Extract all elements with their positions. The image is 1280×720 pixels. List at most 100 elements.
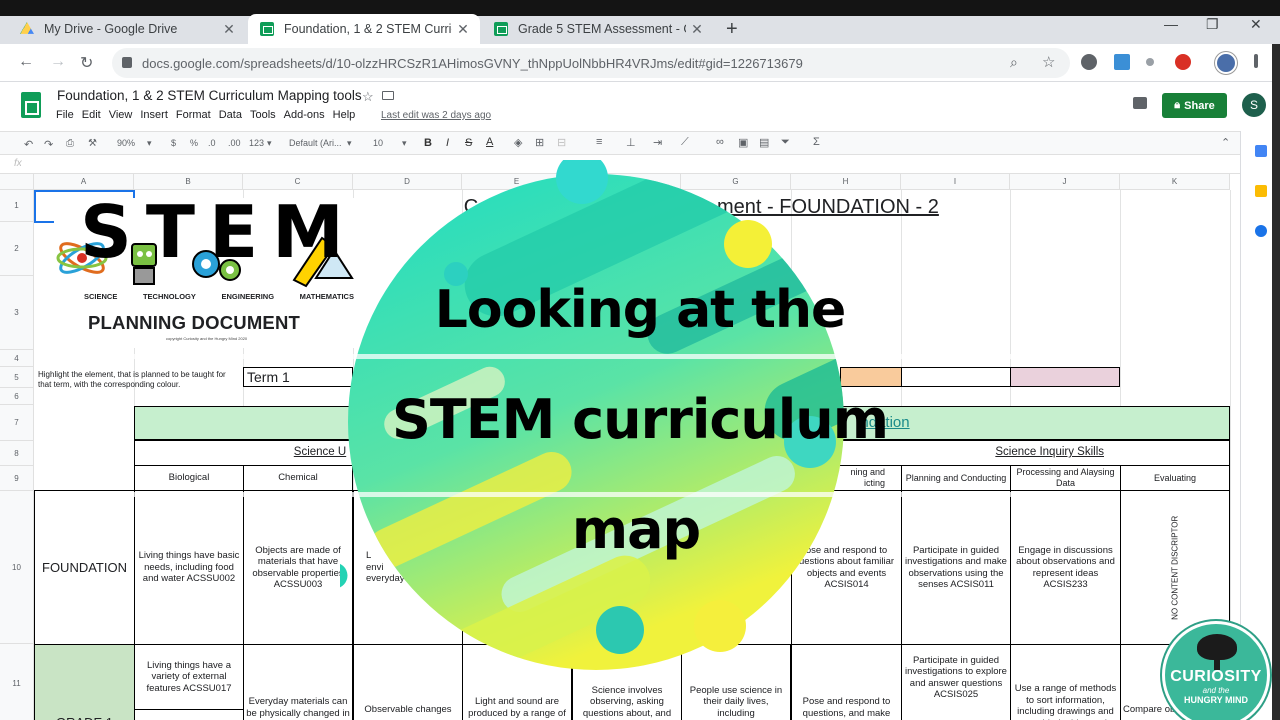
close-icon[interactable]: ✕ (452, 21, 474, 38)
column-header[interactable]: D (353, 174, 462, 190)
zoom-icon[interactable]: ⌕ (1010, 54, 1018, 71)
reload-icon[interactable]: ↻ (80, 53, 93, 73)
column-header[interactable]: F (572, 174, 681, 190)
borders-icon[interactable]: ⊞ (535, 136, 544, 149)
grade1-biological-extra[interactable] (134, 709, 244, 720)
grade1-light-sound[interactable]: Light and sound are produced by a range … (462, 644, 572, 720)
menu-view[interactable]: View (109, 109, 133, 121)
column-header[interactable]: H (791, 174, 901, 190)
insert-chart-icon[interactable]: ▤ (759, 136, 769, 149)
zoom-select[interactable]: 90% (117, 138, 135, 148)
row-header[interactable]: 4 (0, 350, 34, 367)
menu-insert[interactable]: Insert (140, 109, 168, 121)
term-colour-cell[interactable] (901, 367, 1011, 387)
row-header[interactable]: 9 (0, 466, 34, 491)
avatar[interactable]: S (1242, 93, 1266, 117)
column-header[interactable]: E (462, 174, 572, 190)
column-header[interactable]: J (1010, 174, 1120, 190)
new-tab-icon[interactable]: + (726, 18, 746, 41)
row-header[interactable]: 5 (0, 367, 34, 388)
tab-foundation-stem[interactable]: Foundation, 1 & 2 STEM Curricu ✕ (248, 14, 480, 44)
close-window-icon[interactable]: ✕ (1250, 16, 1262, 33)
column-header[interactable]: I (901, 174, 1010, 190)
horizontal-align-icon[interactable]: ≡ (596, 136, 602, 148)
share-button[interactable]: 🔒︎ Share (1162, 93, 1227, 118)
strikethrough-icon[interactable]: S (465, 137, 472, 149)
tasks-icon[interactable] (1255, 225, 1267, 237)
grade1-sort-methods[interactable]: Use a range of methods to sort informati… (1010, 644, 1121, 720)
tab-grade5-assessment[interactable]: Grade 5 STEM Assessment - Goo ✕ (482, 14, 714, 44)
undo-icon[interactable]: ↶ (24, 138, 33, 151)
column-header[interactable]: B (134, 174, 243, 190)
row-header[interactable]: 11 (0, 644, 34, 720)
link-icon[interactable]: ∞ (716, 136, 724, 148)
vertical-align-icon[interactable]: ⊥ (626, 136, 636, 149)
paint-format-icon[interactable]: ⚒ (88, 138, 97, 149)
row-header[interactable]: 1 (0, 190, 34, 222)
forward-icon[interactable]: → (50, 53, 66, 71)
grade1-planning[interactable]: Participate in guided investigations to … (901, 644, 1011, 720)
font-size-select[interactable]: 10 (373, 138, 383, 148)
extension-icon[interactable] (1114, 54, 1130, 70)
row-header[interactable]: 2 (0, 222, 34, 276)
text-wrap-icon[interactable]: ⇥ (653, 136, 662, 149)
term-colour-cell[interactable] (1010, 367, 1120, 387)
comment-icon[interactable] (1133, 97, 1147, 109)
calendar-icon[interactable] (1255, 145, 1267, 157)
italic-icon[interactable]: I (446, 137, 449, 149)
text-rotation-icon[interactable]: ⟋ (681, 136, 689, 149)
filter-icon[interactable]: ⏷ (781, 136, 790, 149)
kebab-menu-icon[interactable] (1254, 54, 1258, 68)
url-input[interactable]: docs.google.com/spreadsheets/d/10-olzzHR… (112, 48, 1070, 78)
menu-file[interactable]: File (56, 109, 74, 121)
more-formats-select[interactable]: 123 (249, 138, 264, 148)
document-title[interactable]: Foundation, 1 & 2 STEM Curriculum Mappin… (57, 88, 362, 103)
last-edit-link[interactable]: Last edit was 2 days ago (381, 110, 491, 121)
minimize-icon[interactable]: — (1164, 16, 1178, 32)
tab-my-drive[interactable]: My Drive - Google Drive ✕ (8, 14, 246, 44)
menu-edit[interactable]: Edit (82, 109, 101, 121)
decrease-decimal-button[interactable]: .0 (208, 138, 216, 148)
increase-decimal-button[interactable]: .00 (228, 138, 241, 148)
restore-icon[interactable]: ❐ (1206, 16, 1219, 33)
currency-format-button[interactable]: $ (171, 138, 176, 148)
fill-color-icon[interactable]: ◈ (514, 136, 522, 149)
menu-data[interactable]: Data (219, 109, 242, 121)
print-icon[interactable]: ⎙ (66, 138, 74, 149)
close-icon[interactable]: ✕ (686, 21, 708, 38)
grade1-pose-respond[interactable]: Pose and respond to questions, and make (791, 644, 902, 720)
column-header[interactable]: K (1120, 174, 1230, 190)
grade1-biological[interactable]: Living things have a variety of external… (134, 644, 244, 710)
back-icon[interactable]: ← (18, 53, 34, 71)
sheets-logo-icon[interactable] (21, 92, 41, 118)
formula-bar[interactable]: fx (0, 155, 1240, 174)
keep-icon[interactable] (1255, 185, 1267, 197)
grade1-chemical[interactable]: Everyday materials can be physically cha… (243, 644, 353, 720)
bold-icon[interactable]: B (424, 137, 432, 149)
percent-format-button[interactable]: % (190, 138, 198, 148)
opera-extension-icon[interactable] (1175, 54, 1191, 70)
profile-icon[interactable] (1215, 52, 1237, 74)
column-header[interactable]: C (243, 174, 353, 190)
select-all-corner[interactable] (0, 174, 34, 190)
grade1-people-use-science[interactable]: People use science in their daily lives,… (681, 644, 791, 720)
term-colour-cell[interactable] (840, 367, 902, 387)
star-icon[interactable]: ☆ (362, 89, 374, 105)
insert-comment-icon[interactable]: ▣ (738, 136, 748, 149)
font-family-select[interactable]: Default (Ari... (289, 138, 342, 148)
collapse-menu-icon[interactable]: ⌃ (1221, 136, 1230, 149)
merge-cells-icon[interactable]: ⊟ (557, 136, 566, 149)
redo-icon[interactable]: ↷ (44, 138, 53, 151)
bookmark-star-icon[interactable]: ☆ (1042, 53, 1055, 71)
close-icon[interactable]: ✕ (218, 21, 240, 38)
folder-icon[interactable] (382, 91, 394, 100)
menu-help[interactable]: Help (333, 109, 356, 121)
extension-icon[interactable] (1146, 58, 1154, 66)
menu-tools[interactable]: Tools (250, 109, 276, 121)
menu-format[interactable]: Format (176, 109, 211, 121)
text-color-icon[interactable]: A (486, 136, 493, 148)
column-header[interactable]: G (681, 174, 791, 190)
grade1-observable[interactable]: Observable changes (353, 644, 463, 720)
pinterest-extension-icon[interactable] (1081, 54, 1097, 70)
term1-cell[interactable]: Term 1 (243, 367, 353, 387)
